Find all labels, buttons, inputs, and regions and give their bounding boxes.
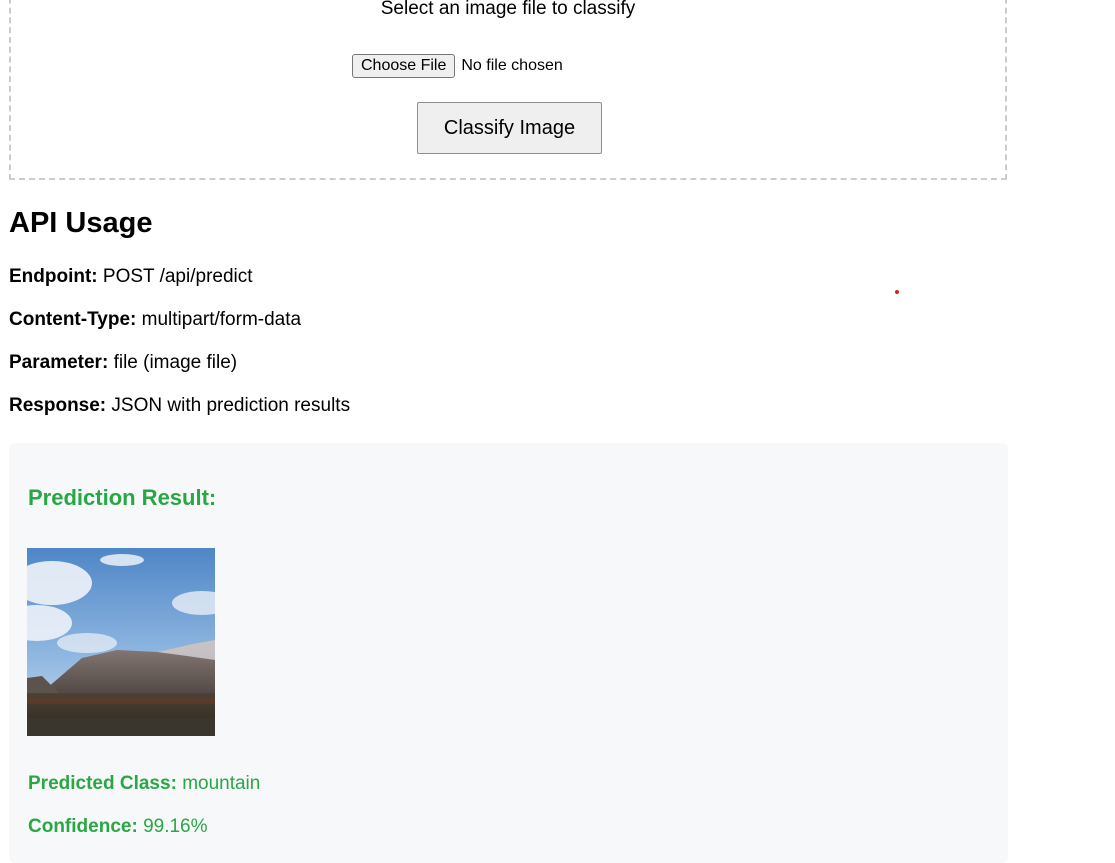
confidence-value: 99.16% [143,816,208,837]
api-parameter-line: Parameter: file (image file) [9,352,237,374]
upload-prompt: Select an image file to classify [380,0,636,19]
api-endpoint-label: Endpoint: [9,266,98,287]
choose-file-button[interactable]: Choose File [352,54,456,78]
confidence-line: Confidence: 99.16% [28,816,208,838]
api-content-type-label: Content-Type: [9,309,137,330]
confidence-label: Confidence: [28,816,138,837]
cursor-marker-dot [895,290,899,294]
api-parameter-label: Parameter: [9,352,109,373]
classify-image-button[interactable]: Classify Image [417,102,602,154]
api-parameter-value: file (image file) [113,352,238,373]
api-usage-heading: API Usage [9,207,153,239]
upload-area: Select an image file to classify Choose … [9,0,1007,180]
uploaded-image-preview [27,548,215,736]
api-content-type-line: Content-Type: multipart/form-data [9,309,301,331]
api-response-value: JSON with prediction results [111,395,351,416]
predicted-class-label: Predicted Class: [28,773,177,794]
prediction-result-panel: Prediction Result: Predicted Class: moun… [9,443,1008,863]
file-input[interactable]: Choose File No file chosen [352,54,563,78]
api-content-type-value: multipart/form-data [141,309,302,330]
api-endpoint-line: Endpoint: POST /api/predict [9,266,253,288]
predicted-class-value: mountain [182,773,261,794]
api-endpoint-value: POST /api/predict [102,266,253,287]
api-response-line: Response: JSON with prediction results [9,395,350,417]
api-response-label: Response: [9,395,107,416]
file-status-text: No file chosen [461,57,563,74]
predicted-class-line: Predicted Class: mountain [28,773,260,795]
prediction-result-heading: Prediction Result: [28,485,217,510]
